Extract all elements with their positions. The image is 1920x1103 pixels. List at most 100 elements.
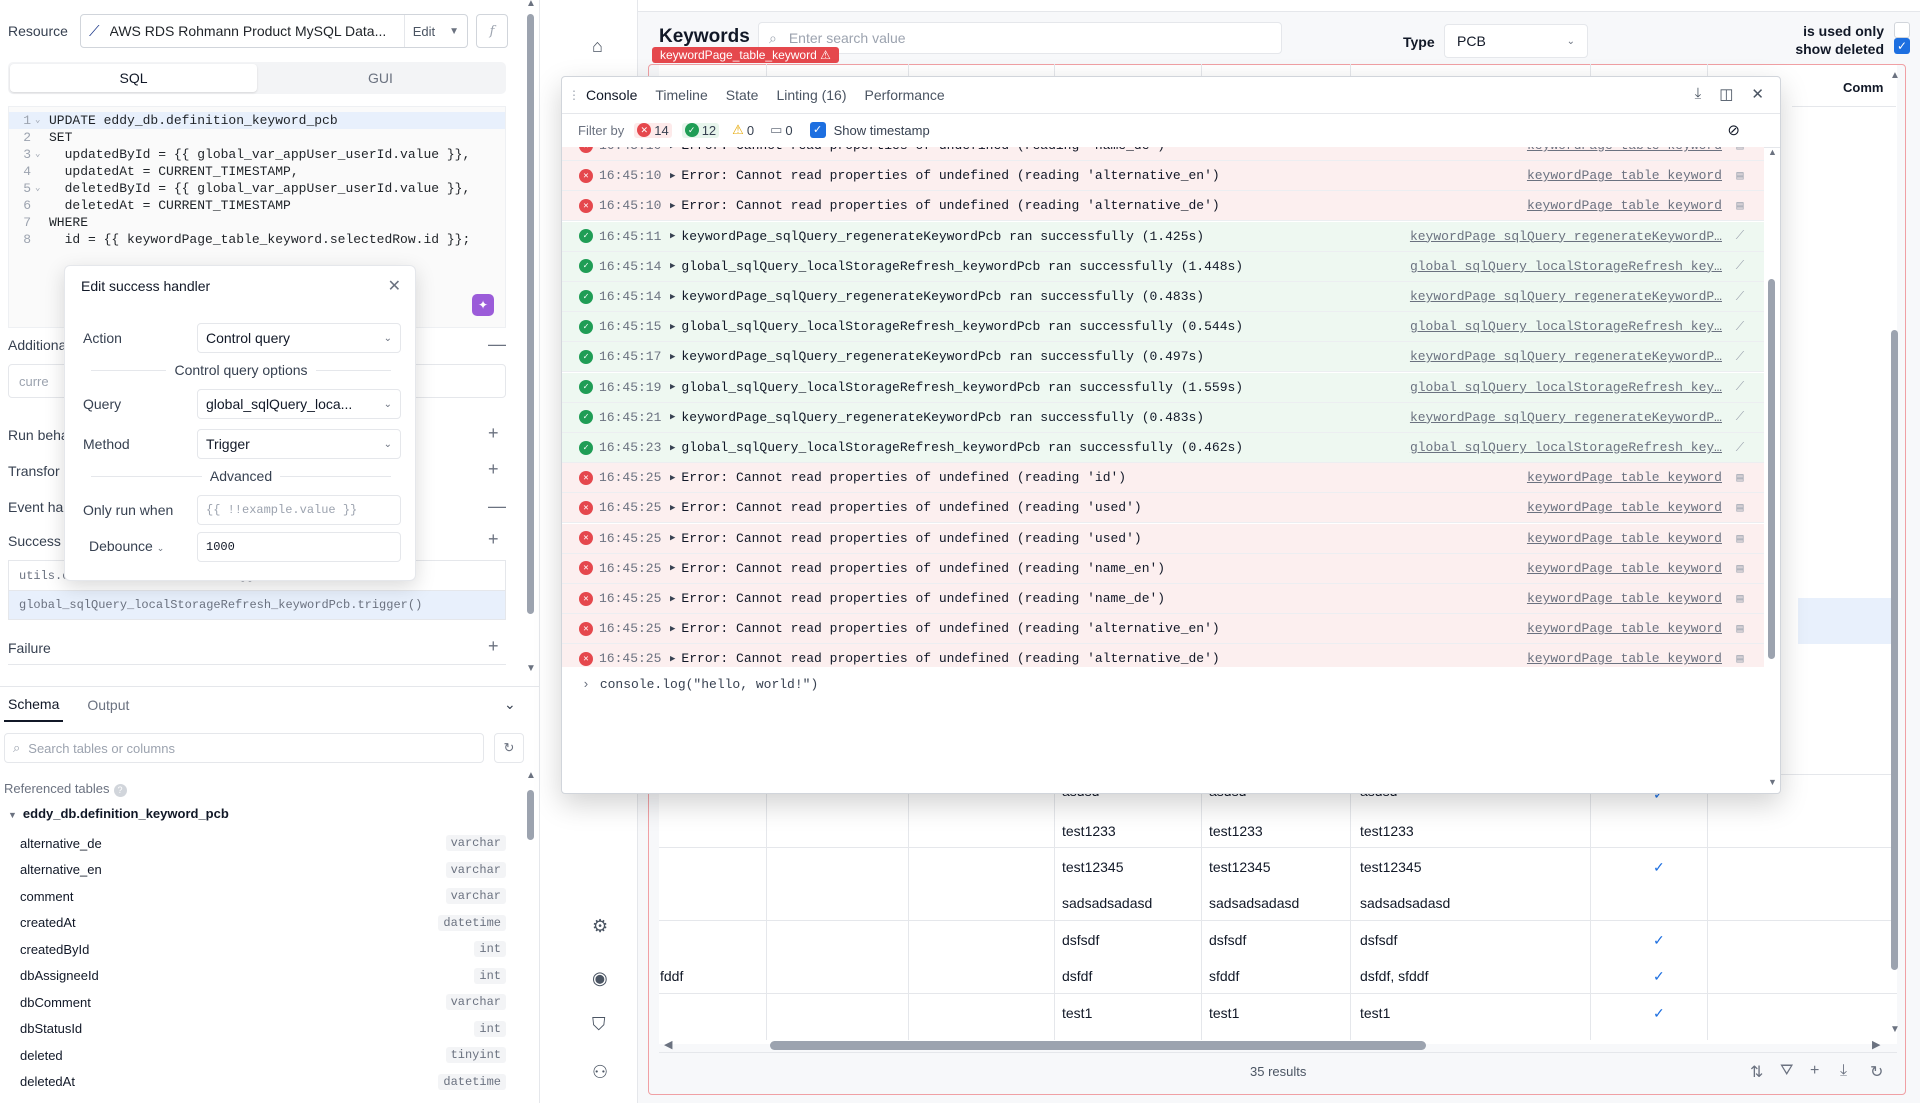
table-cell[interactable]: dsfsdf — [1062, 932, 1099, 948]
expand-icon[interactable]: ▶ — [670, 654, 675, 664]
expand-icon[interactable]: ▶ — [670, 201, 675, 211]
table-cell[interactable]: test12345 — [1209, 859, 1271, 875]
only-run-when-input[interactable]: {{ !!example.value }} — [197, 495, 401, 525]
home-icon[interactable]: ⌂ — [592, 36, 603, 57]
scroll-left-icon[interactable]: ◀ — [664, 1038, 672, 1051]
tab-gui[interactable]: GUI — [257, 64, 504, 92]
expand-icon[interactable]: ▶ — [670, 171, 675, 181]
success-handler-item[interactable]: global_sqlQuery_localStorageRefresh_keyw… — [8, 590, 506, 620]
show-deleted-checkbox[interactable]: ✓ — [1894, 38, 1910, 54]
table-node[interactable]: ▼ eddy_db.definition_keyword_pcb — [8, 806, 229, 821]
table-cell[interactable]: test1233 — [1062, 823, 1116, 839]
expand-icon[interactable]: ▶ — [670, 443, 675, 453]
scrollbar[interactable] — [527, 790, 534, 840]
table-cell[interactable]: dsfdf — [1062, 968, 1092, 984]
download-icon[interactable]: ⤓ — [1840, 1062, 1847, 1080]
expand-icon[interactable]: ▶ — [670, 473, 675, 483]
expand-transformer-icon[interactable]: + — [488, 460, 499, 478]
tab-timeline[interactable]: Timeline — [655, 87, 707, 103]
table-cell[interactable]: test1 — [1209, 1005, 1239, 1021]
download-icon[interactable]: ⤓ — [1695, 85, 1702, 103]
resource-select[interactable]: ⟋ AWS RDS Rohmann Product MySQL Data... … — [80, 14, 468, 48]
refresh-schema-button[interactable]: ↻ — [494, 733, 524, 763]
console-success-row[interactable]: ✓ 16:45:21 ▶ keywordPage_sqlQuery_regenerat… — [562, 402, 1764, 433]
expand-icon[interactable]: ▶ — [670, 352, 675, 362]
method-select[interactable]: Trigger ⌄ — [197, 429, 401, 459]
scroll-down-icon[interactable]: ▼ — [526, 663, 536, 674]
expand-icon[interactable]: ▶ — [670, 292, 675, 302]
show-timestamp-toggle[interactable]: ✓ Show timestamp — [809, 122, 930, 138]
console-success-row[interactable]: ✓ 16:45:23 ▶ global_sqlQuery_localStorageRe… — [562, 433, 1764, 463]
warning-filter[interactable]: ⚠ 0 — [729, 123, 757, 138]
code-line[interactable]: 8 id = {{ keywordPage_table_keyword.sele… — [9, 231, 505, 248]
drag-handle-icon[interactable]: ⋮ — [568, 88, 580, 102]
log-source-link[interactable]: keywordPage_table_keyword — [1527, 500, 1722, 515]
console-error-row[interactable]: ✕ 16:45:25 ▶ Error: Cannot read properties … — [562, 463, 1764, 494]
tab-linting[interactable]: Linting (16) — [776, 87, 846, 103]
table-cell[interactable]: sadsadsadasd — [1209, 895, 1299, 911]
expand-icon[interactable]: ▶ — [670, 563, 675, 573]
help-icon[interactable]: ? — [113, 784, 127, 797]
console-error-row[interactable]: ✕ 16:45:25 ▶ Error: Cannot read properties … — [562, 493, 1764, 524]
column-item[interactable]: dbComment varchar — [20, 989, 506, 1015]
table-vertical-scrollbar[interactable] — [1891, 330, 1898, 970]
log-source-link[interactable]: global_sqlQuery_localStorageRefresh_key… — [1410, 440, 1722, 455]
log-source-link[interactable]: global_sqlQuery_localStorageRefresh_key… — [1410, 319, 1722, 334]
scrollbar[interactable] — [527, 14, 534, 614]
log-source-link[interactable]: global_sqlQuery_localStorageRefresh_key… — [1410, 380, 1722, 395]
action-select[interactable]: Control query ⌄ — [197, 323, 401, 353]
log-source-link[interactable]: keywordPage_table_keyword — [1527, 621, 1722, 636]
expand-run-behavior-icon[interactable]: + — [488, 424, 499, 442]
console-error-row[interactable]: ✕ 16:45:25 ▶ Error: Cannot read properties … — [562, 523, 1764, 554]
expand-icon[interactable]: ▶ — [670, 261, 675, 271]
collapse-icon[interactable]: — — [488, 335, 506, 353]
column-item[interactable]: dbAssigneeId int — [20, 963, 506, 989]
expand-icon[interactable]: ▶ — [670, 147, 675, 151]
column-item[interactable]: deleted tinyint — [20, 1042, 506, 1068]
console-success-row[interactable]: ✓ 16:45:17 ▶ keywordPage_sqlQuery_regenerat… — [562, 342, 1764, 373]
table-cell[interactable]: dsfsdf — [1360, 932, 1397, 948]
code-line[interactable]: 1 ⌄ UPDATE eddy_db.definition_keyword_pcb — [9, 112, 505, 129]
resource-edit-button[interactable]: Edit — [403, 15, 443, 47]
table-cell[interactable]: test1 — [1062, 1005, 1092, 1021]
column-item[interactable]: createdById int — [20, 936, 506, 962]
log-source-link[interactable]: keywordPage_table_keyword — [1527, 591, 1722, 606]
column-item[interactable]: deletedAt datetime — [20, 1069, 506, 1095]
code-line[interactable]: 4 updatedAt = CURRENT_TIMESTAMP, — [9, 163, 505, 180]
log-source-link[interactable]: keywordPage_table_keyword — [1527, 651, 1722, 666]
refresh-icon[interactable]: ↻ — [1870, 1062, 1883, 1082]
log-source-link[interactable]: keywordPage_sqlQuery_regenerateKeywordP… — [1410, 410, 1722, 425]
expand-icon[interactable]: ▶ — [670, 594, 675, 604]
log-source-link[interactable]: keywordPage_table_keyword — [1527, 561, 1722, 576]
tab-schema[interactable]: Schema — [4, 688, 64, 722]
expand-icon[interactable]: ▶ — [670, 322, 675, 332]
close-icon[interactable]: ✕ — [388, 276, 401, 296]
console-error-row[interactable]: ✕ 16:45:25 ▶ Error: Cannot read properties … — [562, 584, 1764, 614]
scroll-up-icon[interactable]: ▲ — [526, 0, 536, 9]
table-horizontal-scrollbar[interactable] — [770, 1041, 1426, 1050]
scroll-up-icon[interactable]: ▲ — [526, 770, 536, 781]
expand-icon[interactable]: ▶ — [670, 412, 675, 422]
expand-icon[interactable]: ▶ — [670, 533, 675, 543]
table-cell[interactable]: test12345 — [1062, 859, 1124, 875]
tab-state[interactable]: State — [726, 87, 759, 103]
filter-icon[interactable]: ⛛ — [1780, 1062, 1793, 1080]
console-error-row[interactable]: ✕ 16:45:25 ▶ Error: Cannot read properties … — [562, 553, 1764, 584]
add-success-handler-icon[interactable]: + — [488, 530, 499, 548]
debounce-label[interactable]: Debounce ⌄ — [89, 538, 164, 554]
table-cell[interactable]: sadsadsadasd — [1062, 895, 1152, 911]
table-cell[interactable]: test12345 — [1360, 859, 1422, 875]
code-line[interactable]: 7 WHERE — [9, 214, 505, 231]
add-failure-handler-icon[interactable]: + — [488, 637, 499, 655]
tab-performance[interactable]: Performance — [865, 87, 945, 103]
schema-search-input[interactable]: ⌕ Search tables or columns — [4, 733, 484, 763]
add-row-icon[interactable]: + — [1810, 1062, 1819, 1080]
expand-icon[interactable]: ▶ — [670, 624, 675, 634]
fx-button[interactable]: f — [476, 14, 508, 48]
collapse-event-handlers-icon[interactable]: — — [488, 497, 506, 515]
log-source-link[interactable]: keywordPage_sqlQuery_regenerateKeywordP… — [1410, 229, 1722, 244]
dock-icon[interactable]: ◫ — [1719, 85, 1733, 103]
scroll-up-icon[interactable]: ▲ — [1890, 70, 1900, 81]
table-cell[interactable]: sfddf — [1209, 968, 1239, 984]
column-item[interactable]: alternative_de varchar — [20, 830, 506, 856]
